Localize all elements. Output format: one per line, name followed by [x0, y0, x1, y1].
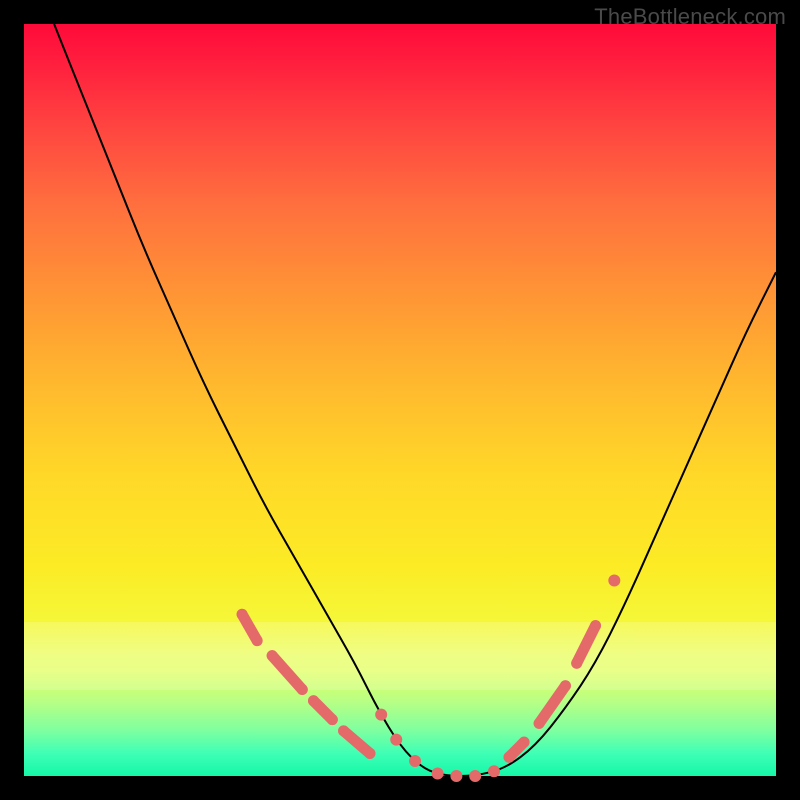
marker-dot	[267, 650, 278, 661]
marker-dot	[504, 752, 515, 763]
marker-dot	[560, 680, 571, 691]
marker-dot	[390, 734, 402, 746]
marker-dot	[534, 718, 545, 729]
marker-dot	[297, 684, 308, 695]
marker-dot	[608, 574, 620, 586]
marker-dot	[338, 725, 349, 736]
bottleneck-curve-svg	[24, 24, 776, 776]
marker-dot	[375, 709, 387, 721]
marker-dot	[571, 658, 582, 669]
marker-dot	[450, 770, 462, 782]
marker-dot	[237, 609, 248, 620]
marker-segment	[272, 656, 302, 690]
marker-dot	[590, 620, 601, 631]
marker-dot	[308, 695, 319, 706]
marker-dot	[469, 770, 481, 782]
curve-markers	[237, 574, 621, 782]
marker-dot	[327, 714, 338, 725]
chart-plot-area	[24, 24, 776, 776]
marker-dot	[519, 737, 530, 748]
bottleneck-curve	[54, 24, 776, 776]
marker-dot	[432, 767, 444, 779]
marker-segment	[577, 626, 596, 664]
watermark-text: TheBottleneck.com	[594, 4, 786, 30]
marker-dot	[252, 635, 263, 646]
marker-segment	[539, 686, 565, 724]
marker-dot	[364, 748, 375, 759]
marker-dot	[488, 765, 500, 777]
marker-dot	[409, 755, 421, 767]
